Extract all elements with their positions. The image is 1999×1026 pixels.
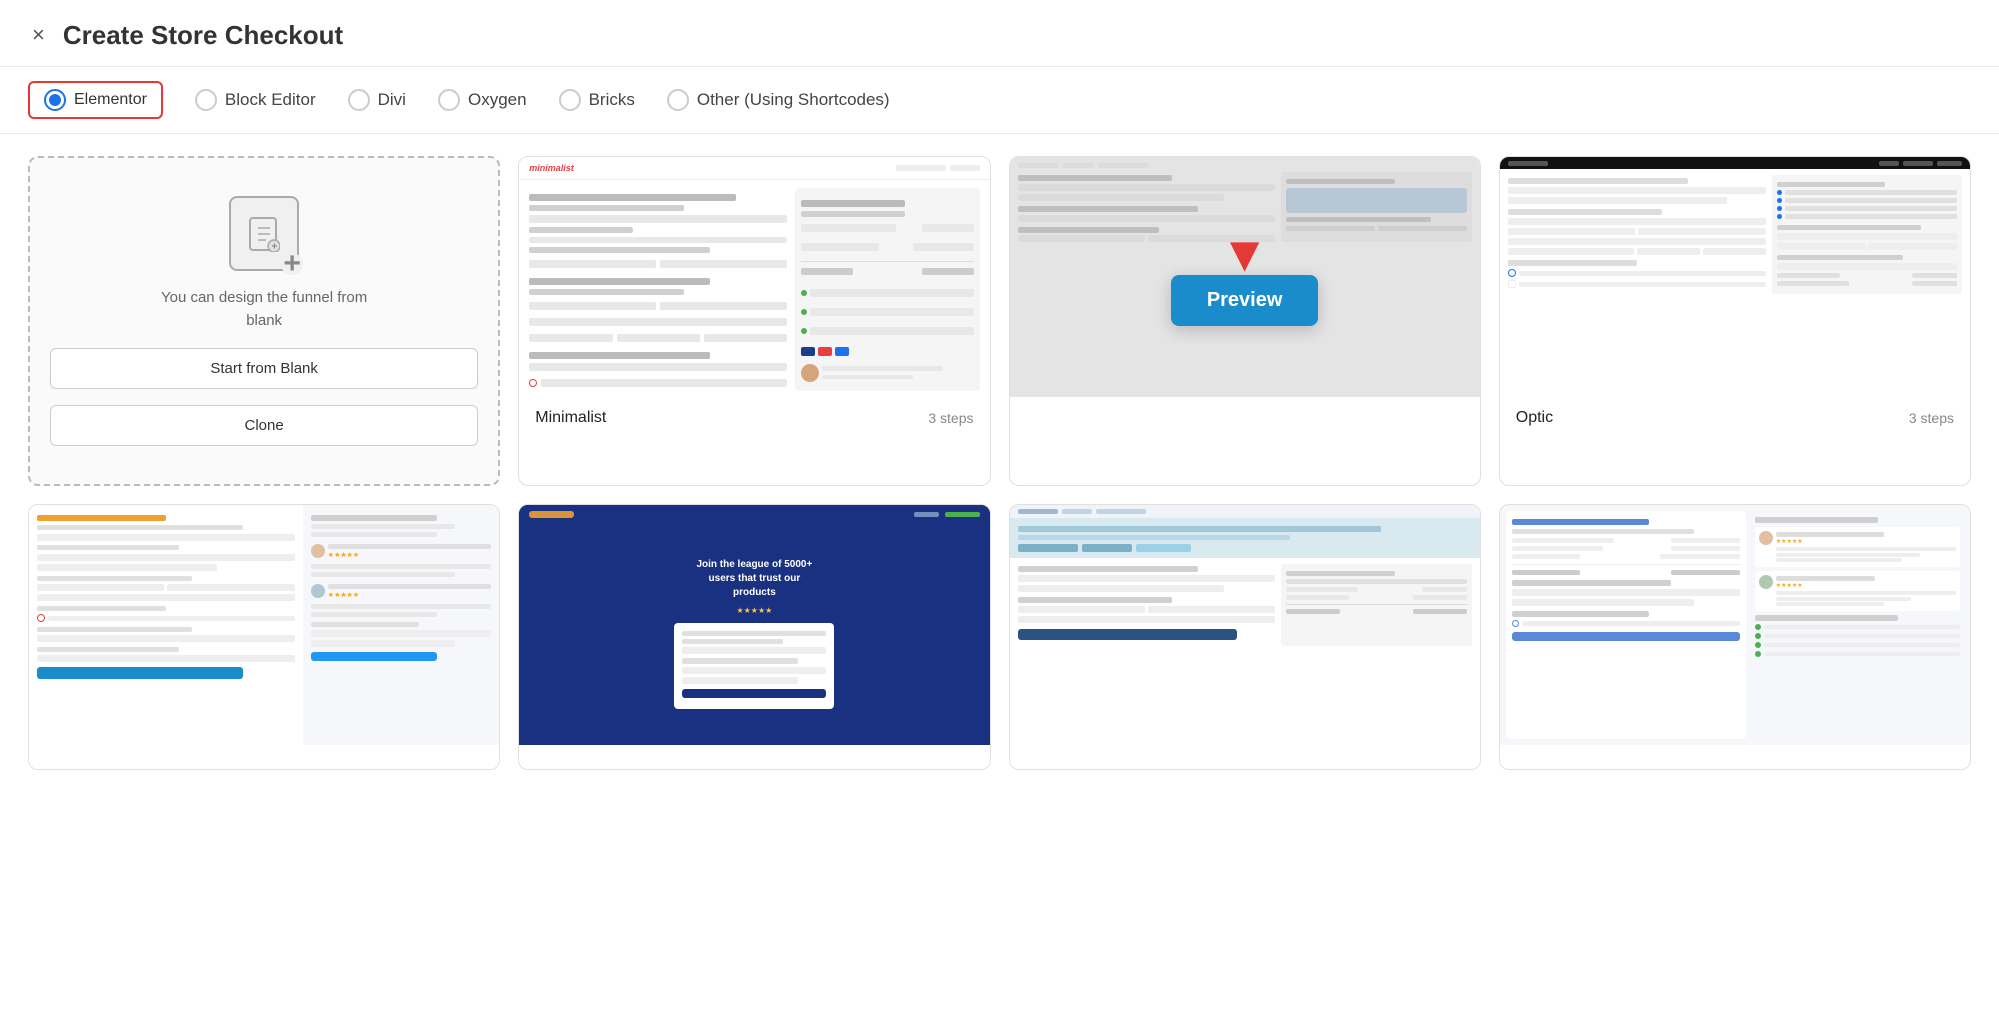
page-title: Create Store Checkout [63,20,343,51]
modal-header: × Create Store Checkout [0,0,1999,67]
tab-oxygen[interactable]: Oxygen [438,89,527,111]
template-card-utopia[interactable] [1009,504,1481,770]
template-card-minimalist[interactable]: minimalist [518,156,990,486]
tab-divi-label: Divi [378,90,406,110]
radio-elementor [44,89,66,111]
template-preview-logopsum-sm: ★★★★★ ★★★★★ [29,505,499,745]
optic-body [1500,169,1970,300]
template-card-logopsum-sm[interactable]: ★★★★★ ★★★★★ [28,504,500,770]
template-grid: + You can design the funnel from blank S… [0,134,1999,792]
tab-bricks[interactable]: Bricks [559,89,635,111]
template-footer-courselog [1500,745,1970,769]
template-preview-minimalist: minimalist [519,157,989,397]
template-name-optic: Optic [1516,409,1553,427]
template-preview-logopsum-lg: Join the league of 5000+ users that trus… [519,505,989,745]
template-steps-optic: 3 steps [1909,410,1954,426]
tab-other-label: Other (Using Shortcodes) [697,90,890,110]
svg-text:+: + [272,241,278,252]
red-arrow-icon: ▼ [1220,229,1270,279]
tab-elementor-label: Elementor [74,91,147,109]
template-preview-hover: ▼ Preview [1010,157,1480,397]
radio-divi [348,89,370,111]
template-footer-optic: Optic 3 steps [1500,397,1970,439]
radio-bricks [559,89,581,111]
blank-card-icon: + [229,196,299,271]
tab-bricks-label: Bricks [589,90,635,110]
tab-divi[interactable]: Divi [348,89,406,111]
tab-bar: Elementor Block Editor Divi Oxygen Brick… [0,67,1999,134]
blank-card[interactable]: + You can design the funnel from blank S… [28,156,500,486]
template-footer-logopsum-sm [29,745,499,769]
optic-top-bar [1500,157,1970,169]
radio-other [667,89,689,111]
start-from-blank-button[interactable]: Start from Blank [50,348,478,389]
preview-overlay: ▼ Preview [1010,157,1480,397]
radio-block-editor [195,89,217,111]
template-preview-utopia [1010,505,1480,745]
template-name-minimalist: Minimalist [535,409,606,427]
clone-button[interactable]: Clone [50,405,478,446]
template-footer-utopia [1010,745,1480,769]
close-button[interactable]: × [28,18,49,52]
blank-card-text: You can design the funnel from blank [154,287,374,332]
radio-oxygen [438,89,460,111]
template-footer-hover [1010,397,1480,421]
tab-elementor[interactable]: Elementor [28,81,163,119]
tab-block-editor-label: Block Editor [225,90,316,110]
template-card-courselog[interactable]: ★★★★★ ★★★★★ [1499,504,1971,770]
template-preview-optic [1500,157,1970,397]
preview-button[interactable]: Preview [1171,275,1319,326]
template-footer-minimalist: Minimalist 3 steps [519,397,989,439]
template-card-preview-hover[interactable]: ▼ Preview [1009,156,1481,486]
tab-other[interactable]: Other (Using Shortcodes) [667,89,890,111]
template-steps-minimalist: 3 steps [928,410,973,426]
template-footer-logopsum-lg [519,745,989,769]
tab-block-editor[interactable]: Block Editor [195,89,316,111]
template-preview-courselog: ★★★★★ ★★★★★ [1500,505,1970,745]
template-card-optic[interactable]: Optic 3 steps [1499,156,1971,486]
template-card-logopsum-lg[interactable]: Join the league of 5000+ users that trus… [518,504,990,770]
tab-oxygen-label: Oxygen [468,90,527,110]
